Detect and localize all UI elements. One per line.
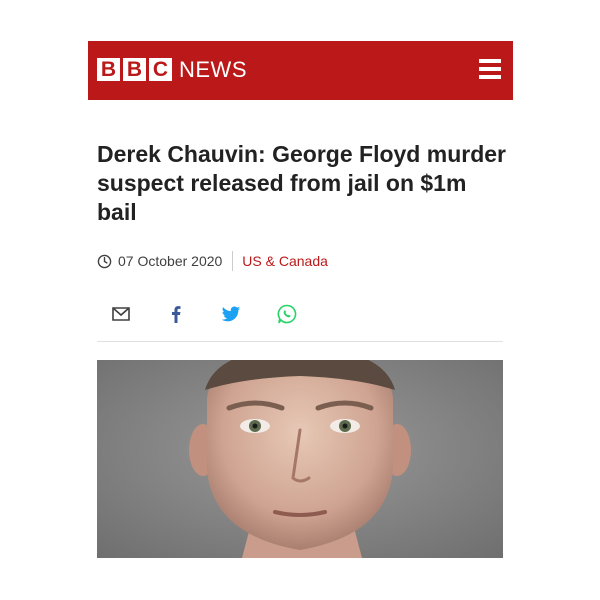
mugshot-photo — [97, 360, 503, 558]
logo-news-text: NEWS — [179, 57, 247, 82]
facebook-icon[interactable] — [165, 303, 187, 325]
logo-letter-b2: B — [123, 58, 146, 81]
article-headline: Derek Chauvin: George Floyd murder suspe… — [97, 141, 506, 225]
article-date: 07 October 2020 — [118, 253, 223, 269]
article-meta: 07 October 2020 US & Canada — [97, 250, 328, 272]
mugshot-illustration — [97, 360, 503, 558]
bbc-logo[interactable]: B B C NEWS — [97, 58, 247, 81]
section-link[interactable]: US & Canada — [242, 253, 328, 269]
hamburger-menu-icon — [479, 59, 501, 63]
logo-letter-c: C — [149, 58, 172, 81]
meta-divider — [232, 251, 234, 271]
logo-letter-b1: B — [97, 58, 120, 81]
content-divider — [97, 341, 503, 342]
menu-button[interactable] — [479, 59, 501, 79]
clock-icon — [97, 254, 112, 268]
site-header: B B C NEWS — [88, 41, 513, 100]
email-icon[interactable] — [110, 303, 132, 325]
twitter-icon[interactable] — [220, 303, 242, 325]
hamburger-menu-icon-bar — [479, 75, 501, 79]
hamburger-menu-icon-bar — [479, 67, 501, 71]
whatsapp-icon[interactable] — [276, 303, 298, 325]
